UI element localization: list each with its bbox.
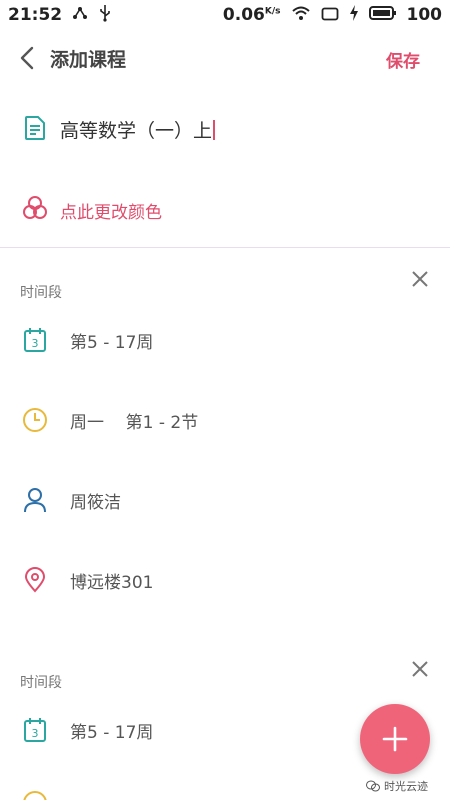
location-value: 博远楼301 [70, 572, 154, 593]
time-slot-label: 时间段 [20, 285, 62, 301]
usb-icon [98, 4, 112, 26]
battery-icon [368, 5, 397, 25]
charging-icon [349, 5, 359, 25]
calendar-icon: 3 [22, 327, 48, 353]
remove-slot-button[interactable] [410, 269, 430, 289]
teacher-value: 周筱洁 [70, 492, 121, 513]
add-time-slot-button[interactable] [360, 704, 430, 774]
weeks-value: 第5 - 17周 [70, 722, 154, 743]
battery-level: 100 [406, 5, 443, 25]
status-time: 21:52 [8, 5, 63, 25]
screen-icon [321, 6, 339, 25]
change-color-link[interactable]: 点此更改颜色 [60, 198, 162, 223]
remove-slot-button[interactable] [410, 659, 430, 679]
text-cursor [213, 119, 216, 140]
calendar-icon: 3 [22, 717, 48, 743]
page-title: 添加课程 [50, 49, 127, 71]
day-period-row[interactable]: 周一 第1 - 2节 [0, 406, 450, 434]
save-button[interactable]: 保存 [386, 47, 420, 72]
time-slot-label: 时间段 [20, 675, 62, 691]
day-period-value: 周一 第1 - 2节 [70, 412, 199, 433]
speed-value: 0.06 [222, 5, 265, 25]
network-speed: 0.06K/s [223, 5, 281, 25]
back-arrow-icon [20, 46, 34, 70]
close-icon [412, 271, 428, 287]
close-icon [412, 661, 428, 677]
watermark-text: 时光云迹 [384, 780, 428, 793]
wifi-icon [291, 5, 311, 25]
speed-unit: K/s [264, 6, 281, 17]
location-row[interactable]: 博远楼301 [0, 566, 450, 594]
wechat-icon [366, 780, 380, 792]
document-icon [22, 115, 48, 141]
teacher-row[interactable]: 周筱洁 [0, 486, 450, 514]
clock-icon [22, 407, 48, 433]
share-icon [72, 5, 88, 25]
back-button[interactable] [14, 44, 40, 72]
clock-icon [22, 790, 48, 800]
weeks-value: 第5 - 17周 [70, 332, 154, 353]
app-bar: 添加课程 保存 [0, 34, 450, 82]
course-name-value: 高等数学（一）上 [60, 120, 213, 142]
person-icon [22, 487, 48, 513]
calendar-number: 3 [32, 337, 39, 350]
watermark: 时光云迹 [366, 778, 428, 794]
divider [0, 247, 450, 248]
plus-icon [382, 726, 408, 752]
calendar-number: 3 [32, 727, 39, 740]
color-palette-icon [22, 195, 48, 221]
status-bar: 21:52 0.06K/s 100 [0, 0, 450, 30]
course-name-input[interactable]: 高等数学（一）上 [60, 116, 216, 143]
weeks-row[interactable]: 3 第5 - 17周 [0, 326, 450, 354]
location-pin-icon [22, 567, 48, 593]
